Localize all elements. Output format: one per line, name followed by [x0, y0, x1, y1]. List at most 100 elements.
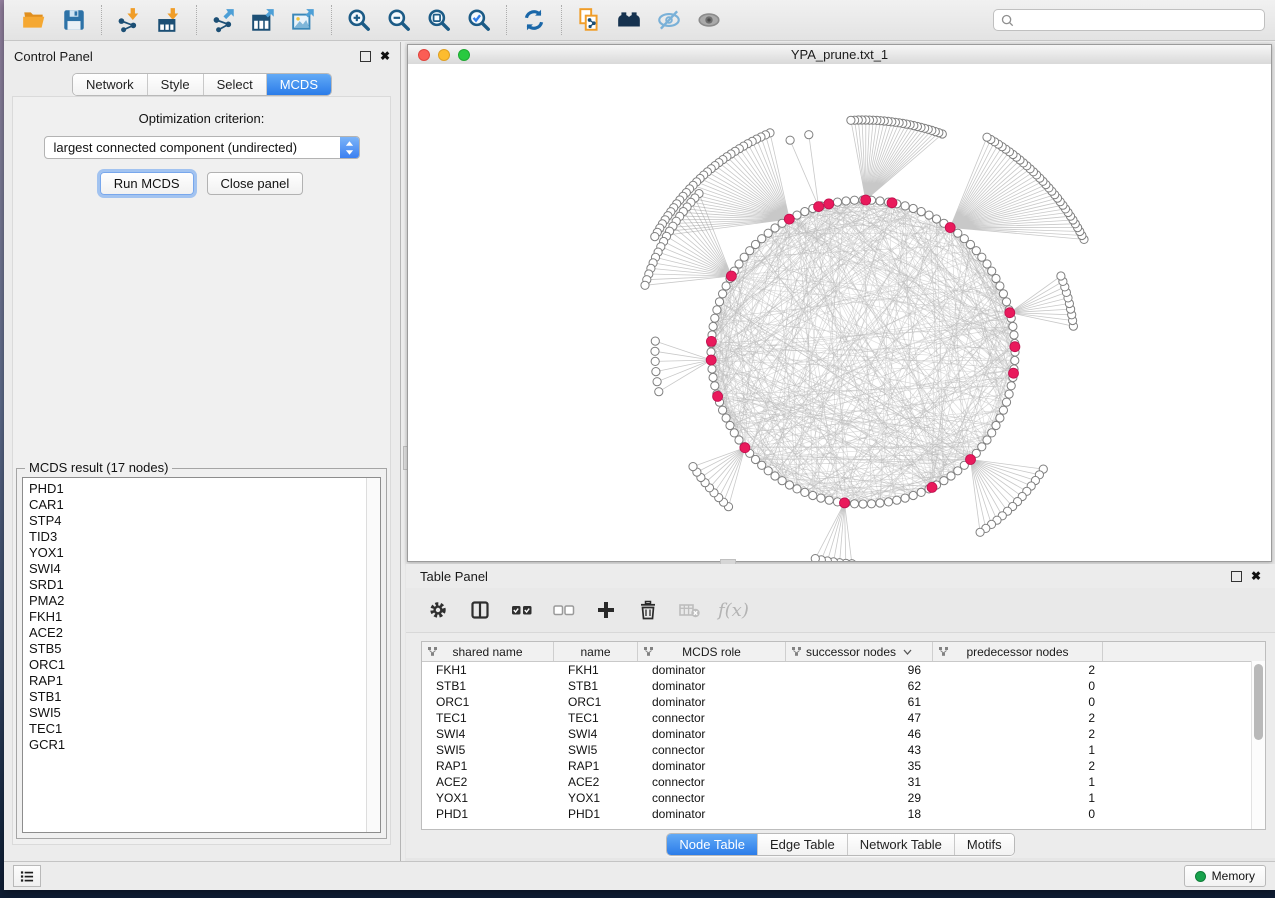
graph-node[interactable] — [876, 197, 884, 205]
function-builder-icon[interactable]: f(x) — [718, 600, 749, 621]
mcds-result-item[interactable]: GCR1 — [23, 737, 366, 753]
graph-node[interactable] — [909, 491, 917, 499]
graph-node[interactable] — [1002, 398, 1010, 406]
graph-node[interactable] — [901, 202, 909, 210]
export-network-icon[interactable] — [204, 3, 244, 37]
show-columns-icon[interactable] — [466, 596, 494, 624]
graph-hub-node[interactable] — [784, 214, 794, 224]
search-input[interactable] — [1019, 12, 1257, 28]
mcds-result-item[interactable]: SWI5 — [23, 705, 366, 721]
mcds-result-item[interactable]: TEC1 — [23, 721, 366, 737]
delete-table-icon[interactable] — [676, 596, 704, 624]
graph-satellite-node[interactable] — [653, 378, 661, 386]
tab-network[interactable]: Network — [73, 74, 148, 95]
graph-satellite-node[interactable] — [652, 368, 660, 376]
graph-node[interactable] — [859, 500, 867, 508]
close-window-icon[interactable] — [418, 49, 430, 61]
minimize-window-icon[interactable] — [438, 49, 450, 61]
graph-node[interactable] — [893, 496, 901, 504]
mcds-result-item[interactable]: STB5 — [23, 641, 366, 657]
hide-selection-icon[interactable] — [649, 3, 689, 37]
mcds-result-item[interactable]: ORC1 — [23, 657, 366, 673]
table-row[interactable]: PHD1PHD1dominator180 — [422, 806, 1265, 822]
graph-satellite-node[interactable] — [641, 281, 649, 289]
graph-node[interactable] — [793, 485, 801, 493]
zoom-selected-icon[interactable] — [459, 3, 499, 37]
graph-node[interactable] — [785, 481, 793, 489]
graph-node[interactable] — [988, 429, 996, 437]
graph-hub-node[interactable] — [861, 195, 871, 205]
run-mcds-button[interactable]: Run MCDS — [100, 172, 194, 195]
graph-node[interactable] — [867, 500, 875, 508]
graph-node[interactable] — [719, 290, 727, 298]
graph-node[interactable] — [996, 282, 1004, 290]
close-table-panel-icon[interactable]: ✖ — [1251, 570, 1261, 582]
graph-hub-node[interactable] — [1010, 342, 1020, 352]
mcds-result-item[interactable]: YOX1 — [23, 545, 366, 561]
zoom-fit-icon[interactable] — [419, 3, 459, 37]
graph-node[interactable] — [817, 494, 825, 502]
graph-node[interactable] — [999, 290, 1007, 298]
table-row[interactable]: ACE2ACE2connector311 — [422, 774, 1265, 790]
graph-node[interactable] — [988, 267, 996, 275]
export-table-icon[interactable] — [244, 3, 284, 37]
table-row[interactable]: SWI5SWI5connector431 — [422, 742, 1265, 758]
graph-node[interactable] — [917, 208, 925, 216]
graph-node[interactable] — [722, 282, 730, 290]
show-all-icon[interactable] — [689, 3, 729, 37]
export-image-icon[interactable] — [284, 3, 324, 37]
graph-node[interactable] — [771, 472, 779, 480]
tab-mcds[interactable]: MCDS — [267, 74, 331, 95]
graph-node[interactable] — [842, 197, 850, 205]
mcds-list-scrollbar[interactable] — [366, 478, 380, 832]
new-network-from-selection-icon[interactable] — [569, 3, 609, 37]
graph-node[interactable] — [850, 500, 858, 508]
graph-hub-node[interactable] — [945, 223, 955, 233]
mcds-result-list[interactable]: PHD1CAR1STP4TID3YOX1SWI4SRD1PMA2FKH1ACE2… — [22, 477, 381, 833]
table-tab-node-table[interactable]: Node Table — [667, 834, 758, 855]
graph-node[interactable] — [833, 198, 841, 206]
graph-node[interactable] — [726, 421, 734, 429]
graph-hub-node[interactable] — [927, 482, 937, 492]
table-row[interactable]: STB1STB1dominator620 — [422, 678, 1265, 694]
import-network-icon[interactable] — [109, 3, 149, 37]
optimization-criterion-select[interactable]: largest connected component (undirected) — [44, 136, 360, 159]
graph-hub-node[interactable] — [706, 336, 716, 346]
table-row[interactable]: TEC1TEC1connector472 — [422, 710, 1265, 726]
table-row[interactable]: FKH1FKH1dominator962 — [422, 662, 1265, 678]
graph-node[interactable] — [925, 211, 933, 219]
graph-satellite-node[interactable] — [651, 347, 659, 355]
graph-node[interactable] — [1005, 390, 1013, 398]
graph-satellite-node[interactable] — [651, 337, 659, 345]
mcds-result-item[interactable]: STB1 — [23, 689, 366, 705]
memory-button[interactable]: Memory — [1184, 865, 1266, 887]
table-row[interactable]: SWI4SWI4dominator462 — [422, 726, 1265, 742]
graph-node[interactable] — [996, 414, 1004, 422]
column-header-name[interactable]: name — [554, 642, 638, 661]
network-canvas[interactable] — [408, 64, 1271, 561]
mcds-result-item[interactable]: RAP1 — [23, 673, 366, 689]
graph-node[interactable] — [884, 498, 892, 506]
float-panel-icon[interactable] — [360, 51, 371, 62]
graph-node[interactable] — [1007, 382, 1015, 390]
unselect-all-columns-icon[interactable] — [550, 596, 578, 624]
mcds-result-item[interactable]: SRD1 — [23, 577, 366, 593]
graph-hub-node[interactable] — [1009, 368, 1019, 378]
graph-node[interactable] — [711, 314, 719, 322]
mcds-result-item[interactable]: STP4 — [23, 513, 366, 529]
mcds-result-item[interactable]: PHD1 — [23, 481, 366, 497]
graph-hub-node[interactable] — [706, 355, 716, 365]
graph-node[interactable] — [809, 491, 817, 499]
column-header-shared-name[interactable]: shared name — [422, 642, 554, 661]
graph-node[interactable] — [850, 196, 858, 204]
tab-style[interactable]: Style — [148, 74, 204, 95]
graph-node[interactable] — [1011, 356, 1019, 364]
graph-node[interactable] — [909, 204, 917, 212]
table-tab-motifs[interactable]: Motifs — [955, 834, 1014, 855]
graph-hub-node[interactable] — [740, 443, 750, 453]
graph-satellite-node[interactable] — [655, 388, 663, 396]
save-session-icon[interactable] — [54, 3, 94, 37]
mcds-result-item[interactable]: PMA2 — [23, 593, 366, 609]
mcds-result-item[interactable]: SWI4 — [23, 561, 366, 577]
close-panel-button[interactable]: Close panel — [207, 172, 304, 195]
